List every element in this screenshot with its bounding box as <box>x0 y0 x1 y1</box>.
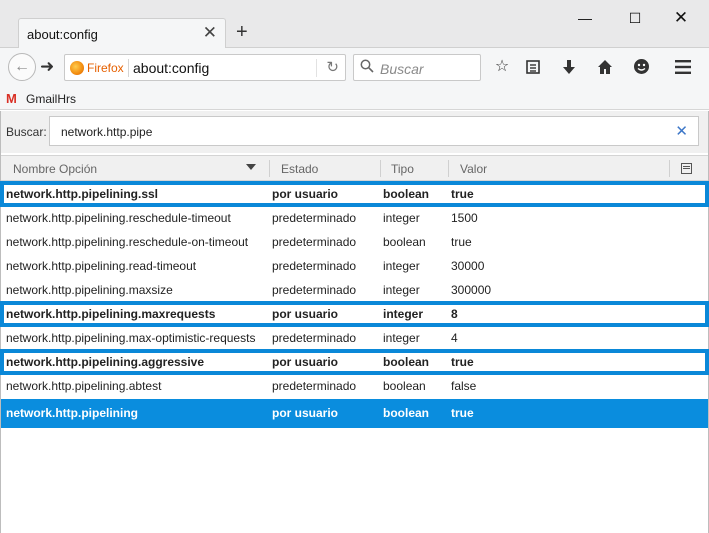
table-row[interactable]: network.http.pipelining.abtest predeterm… <box>1 374 708 398</box>
home-icon[interactable] <box>594 56 616 78</box>
table-row[interactable]: network.http.pipelining.reschedule-timeo… <box>1 206 708 230</box>
search-bar[interactable]: Buscar <box>353 54 481 81</box>
pref-name: network.http.pipelining.abtest <box>6 379 162 393</box>
filter-label: Buscar: <box>6 125 47 139</box>
url-divider <box>128 59 129 77</box>
pref-type: integer <box>383 283 420 297</box>
pref-value: 1500 <box>451 211 478 225</box>
pref-type: boolean <box>383 406 430 420</box>
pref-value: 8 <box>451 307 458 321</box>
table-row[interactable]: network.http.pipelining.maxsize predeter… <box>1 278 708 302</box>
new-tab-icon[interactable]: + <box>236 22 248 42</box>
column-picker-icon[interactable] <box>681 163 692 174</box>
reload-icon[interactable]: ↻ <box>326 58 339 76</box>
pref-state: por usuario <box>272 307 339 321</box>
column-divider[interactable] <box>380 160 381 177</box>
navigation-bar: ← ➜ Firefox about:config ↻ Buscar ☆ <box>0 48 709 88</box>
pref-value: 4 <box>451 331 458 345</box>
tab-close-icon[interactable]: ✕ <box>203 24 217 42</box>
bookmark-gmailhrs[interactable]: GmailHrs <box>26 92 76 106</box>
pref-name: network.http.pipelining.max-optimistic-r… <box>6 331 256 345</box>
pref-value: true <box>451 355 474 369</box>
pref-value: true <box>451 406 474 420</box>
maximize-icon[interactable]: ☐ <box>620 7 650 29</box>
menu-hamburger-icon[interactable] <box>672 56 694 78</box>
pref-state: predeterminado <box>272 259 357 273</box>
pref-state: predeterminado <box>272 235 357 249</box>
pref-type: boolean <box>383 235 426 249</box>
table-row[interactable]: network.http.pipelining.ssl por usuario … <box>0 181 709 207</box>
table-row[interactable]: network.http.pipelining.aggressive por u… <box>0 349 709 375</box>
filter-input[interactable]: network.http.pipe ✕ <box>49 116 699 146</box>
reload-divider <box>316 59 317 77</box>
close-window-icon[interactable]: ✕ <box>666 7 696 29</box>
pref-type: boolean <box>383 379 426 393</box>
search-icon <box>360 59 374 73</box>
table-row[interactable]: network.http.pipelining.reschedule-on-ti… <box>1 230 708 254</box>
filter-row: Buscar: network.http.pipe ✕ <box>1 111 708 153</box>
pref-state: por usuario <box>272 355 339 369</box>
column-header-type[interactable]: Tipo <box>391 162 414 176</box>
column-header-value[interactable]: Valor <box>460 162 487 176</box>
pref-name: network.http.pipelining.maxrequests <box>6 307 216 321</box>
reading-list-icon[interactable] <box>522 56 544 78</box>
about-config-page: Buscar: network.http.pipe ✕ Nombre Opció… <box>0 111 709 533</box>
url-bar[interactable]: Firefox about:config ↻ <box>64 54 346 81</box>
pref-state: por usuario <box>272 187 339 201</box>
pref-value: true <box>451 235 472 249</box>
bookmark-star-icon[interactable]: ☆ <box>491 56 513 78</box>
pref-name: network.http.pipelining.aggressive <box>6 355 205 369</box>
pref-state: predeterminado <box>272 211 357 225</box>
search-placeholder: Buscar <box>380 61 424 77</box>
gmail-icon: M <box>6 91 17 106</box>
pref-state: predeterminado <box>272 379 357 393</box>
pref-type: boolean <box>383 187 430 201</box>
table-row[interactable]: network.http.pipelining.maxrequests por … <box>0 301 709 327</box>
pref-name: network.http.pipelining.maxsize <box>6 283 173 297</box>
forward-icon[interactable]: ➜ <box>40 57 54 77</box>
pref-type: integer <box>383 211 420 225</box>
column-divider[interactable] <box>669 160 670 177</box>
pref-name: network.http.pipelining.reschedule-on-ti… <box>6 235 249 249</box>
title-bar: about:config ✕ + — ☐ ✕ <box>0 0 709 49</box>
column-divider[interactable] <box>269 160 270 177</box>
pref-name: network.http.pipelining.read-timeout <box>6 259 197 273</box>
pref-state: predeterminado <box>272 331 357 345</box>
column-header-row: Nombre Opción Estado Tipo Valor <box>1 155 708 181</box>
identity-label[interactable]: Firefox <box>87 61 124 75</box>
pref-type: boolean <box>383 355 430 369</box>
table-row[interactable]: network.http.pipelining.max-optimistic-r… <box>1 326 708 350</box>
hello-smiley-icon[interactable] <box>630 56 652 78</box>
pref-type: integer <box>383 307 424 321</box>
firefox-icon <box>70 61 84 75</box>
bookmarks-toolbar: M GmailHrs <box>0 88 709 110</box>
tab-about-config[interactable]: about:config ✕ <box>18 18 226 49</box>
tab-title: about:config <box>27 27 98 42</box>
pref-type: integer <box>383 331 420 345</box>
pref-value: 300000 <box>451 283 492 297</box>
pref-value: false <box>451 379 477 393</box>
pref-name: network.http.pipelining.reschedule-timeo… <box>6 211 231 225</box>
pref-state: por usuario <box>272 406 339 420</box>
table-row-selected[interactable]: network.http.pipelining por usuario bool… <box>1 399 708 428</box>
filter-input-value[interactable]: network.http.pipe <box>61 125 152 139</box>
column-header-state[interactable]: Estado <box>281 162 318 176</box>
column-header-name[interactable]: Nombre Opción <box>13 162 97 176</box>
url-text[interactable]: about:config <box>133 60 209 76</box>
pref-state: predeterminado <box>272 283 357 297</box>
download-icon[interactable] <box>558 56 580 78</box>
pref-name: network.http.pipelining.ssl <box>6 187 159 201</box>
preferences-list: network.http.pipelining.ssl por usuario … <box>0 181 709 428</box>
pref-name: network.http.pipelining <box>6 406 138 420</box>
pref-type: integer <box>383 259 420 273</box>
pref-value: true <box>451 187 474 201</box>
sort-down-icon[interactable] <box>246 164 256 170</box>
pref-value: 30000 <box>451 259 485 273</box>
minimize-icon[interactable]: — <box>570 7 600 29</box>
back-icon[interactable]: ← <box>8 53 36 81</box>
column-divider[interactable] <box>448 160 449 177</box>
table-row[interactable]: network.http.pipelining.read-timeout pre… <box>1 254 708 278</box>
clear-filter-icon[interactable]: ✕ <box>675 122 688 140</box>
